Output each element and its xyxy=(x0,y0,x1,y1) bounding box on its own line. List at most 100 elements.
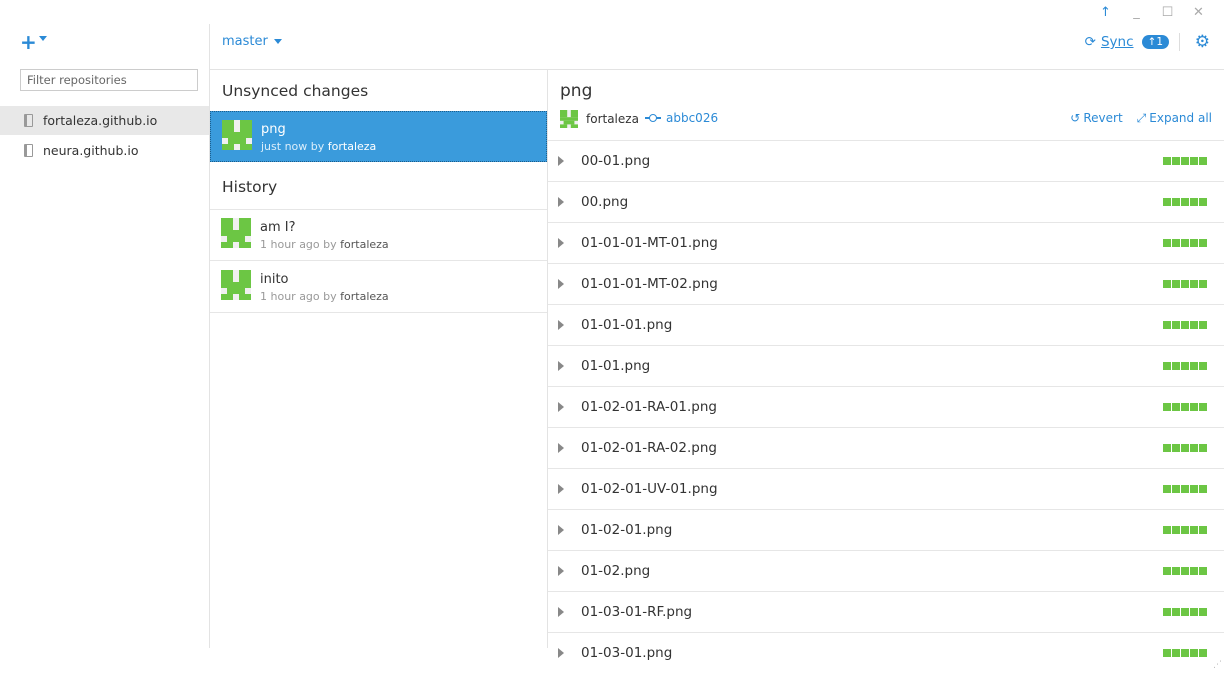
avatar xyxy=(560,110,578,128)
commit-message: am I? xyxy=(260,220,296,235)
addition-block xyxy=(1199,485,1207,493)
expand-triangle-icon[interactable] xyxy=(558,156,564,166)
addition-block xyxy=(1163,198,1171,206)
addition-block xyxy=(1172,157,1180,165)
commit-meta: 1 hour ago by fortaleza xyxy=(260,290,389,303)
addition-block xyxy=(1181,444,1189,452)
filter-repositories-input[interactable] xyxy=(20,69,198,91)
file-name: 01-01-01.png xyxy=(581,317,673,333)
file-row[interactable]: 01-02-01.png xyxy=(548,509,1224,550)
revert-icon: ↺ xyxy=(1070,111,1081,125)
addition-block xyxy=(1172,567,1180,575)
addition-block xyxy=(1199,280,1207,288)
chevron-down-icon[interactable] xyxy=(39,36,47,41)
expand-triangle-icon[interactable] xyxy=(558,607,564,617)
file-row[interactable]: 01-01-01-MT-01.png xyxy=(548,222,1224,263)
commit-author: fortaleza xyxy=(340,238,389,251)
sidebar-item-repo[interactable]: neura.github.io xyxy=(0,136,209,165)
addition-block xyxy=(1172,280,1180,288)
file-name: 01-02.png xyxy=(581,563,651,579)
resize-grip-icon[interactable]: ⋰ xyxy=(1213,660,1222,670)
commit-author: fortaleza xyxy=(327,140,377,153)
commit-message: inito xyxy=(260,272,289,287)
commit-author-info: fortaleza xyxy=(560,110,639,128)
expand-all-button[interactable]: ⤢ Expand all xyxy=(1137,111,1212,126)
expand-triangle-icon[interactable] xyxy=(558,197,564,207)
addition-block xyxy=(1172,649,1180,657)
file-row[interactable]: 01-01-01.png xyxy=(548,304,1224,345)
expand-triangle-icon[interactable] xyxy=(558,525,564,535)
branch-selector[interactable]: master xyxy=(222,34,282,49)
expand-triangle-icon[interactable] xyxy=(558,443,564,453)
file-row[interactable]: 00-01.png xyxy=(548,140,1224,181)
expand-triangle-icon[interactable] xyxy=(558,402,564,412)
sync-button[interactable]: ⟳ Sync ↑1 xyxy=(1085,34,1169,50)
file-row[interactable]: 01-03-01-RF.png xyxy=(548,591,1224,632)
addition-block xyxy=(1163,485,1171,493)
addition-block xyxy=(1181,567,1189,575)
addition-block xyxy=(1163,649,1171,657)
history-heading: History xyxy=(222,178,278,196)
addition-block xyxy=(1190,485,1198,493)
file-name: 01-03-01.png xyxy=(581,645,673,661)
expand-triangle-icon[interactable] xyxy=(558,566,564,576)
addition-block xyxy=(1172,198,1180,206)
expand-triangle-icon[interactable] xyxy=(558,279,564,289)
addition-block xyxy=(1163,403,1171,411)
file-name: 01-01-01-MT-01.png xyxy=(581,235,718,251)
file-row[interactable]: 01-02-01-RA-01.png xyxy=(548,386,1224,427)
diff-stat-bar xyxy=(1163,567,1207,575)
expand-triangle-icon[interactable] xyxy=(558,238,564,248)
file-row[interactable]: 00.png xyxy=(548,181,1224,222)
diff-stat-bar xyxy=(1163,362,1207,370)
gear-icon[interactable]: ⚙ xyxy=(1195,33,1210,51)
sidebar-item-repo[interactable]: fortaleza.github.io xyxy=(0,106,209,135)
commit-list-panel: Unsynced changes png just now by fortale… xyxy=(210,70,548,648)
addition-block xyxy=(1172,526,1180,534)
sha-label: abbc026 xyxy=(666,111,719,125)
revert-button[interactable]: ↺ Revert xyxy=(1070,111,1122,126)
file-name: 00.png xyxy=(581,194,629,210)
commit-sha-link[interactable]: abbc026 xyxy=(645,111,718,125)
diff-stat-bar xyxy=(1163,485,1207,493)
file-row[interactable]: 01-03-01.png xyxy=(548,632,1224,673)
addition-block xyxy=(1163,444,1171,452)
file-row[interactable]: 01-01.png xyxy=(548,345,1224,386)
close-button[interactable]: ✕ xyxy=(1183,4,1214,22)
diff-stat-bar xyxy=(1163,239,1207,247)
addition-block xyxy=(1190,280,1198,288)
addition-block xyxy=(1190,362,1198,370)
addition-block xyxy=(1181,157,1189,165)
commit-message: png xyxy=(261,122,286,137)
addition-block xyxy=(1190,403,1198,411)
commit-author: fortaleza xyxy=(340,290,389,303)
addition-block xyxy=(1181,608,1189,616)
addition-block xyxy=(1190,567,1198,575)
add-repository-button[interactable]: + xyxy=(20,32,37,52)
addition-block xyxy=(1199,608,1207,616)
expand-triangle-icon[interactable] xyxy=(558,361,564,371)
commit-item[interactable]: am I? 1 hour ago by fortaleza xyxy=(210,210,547,261)
addition-block xyxy=(1181,239,1189,247)
commit-item[interactable]: png just now by fortaleza xyxy=(210,111,547,162)
addition-block xyxy=(1181,649,1189,657)
avatar xyxy=(221,218,251,248)
expand-triangle-icon[interactable] xyxy=(558,484,564,494)
file-row[interactable]: 01-02.png xyxy=(548,550,1224,591)
branch-label: master xyxy=(222,34,268,49)
file-row[interactable]: 01-02-01-RA-02.png xyxy=(548,427,1224,468)
repo-label: neura.github.io xyxy=(43,143,139,158)
publish-arrow-icon[interactable]: ↑ xyxy=(1090,4,1121,22)
file-row[interactable]: 01-02-01-UV-01.png xyxy=(548,468,1224,509)
maximize-button[interactable]: ☐ xyxy=(1152,4,1183,22)
expand-triangle-icon[interactable] xyxy=(558,648,564,658)
file-row[interactable]: 01-01-01-MT-02.png xyxy=(548,263,1224,304)
commit-item[interactable]: inito 1 hour ago by fortaleza xyxy=(210,262,547,313)
commit-title: png xyxy=(560,81,593,101)
sync-count-badge: ↑1 xyxy=(1141,35,1169,49)
addition-block xyxy=(1199,444,1207,452)
addition-block xyxy=(1181,526,1189,534)
file-name: 01-02-01-RA-01.png xyxy=(581,399,717,415)
minimize-button[interactable]: _ xyxy=(1121,4,1152,22)
expand-triangle-icon[interactable] xyxy=(558,320,564,330)
